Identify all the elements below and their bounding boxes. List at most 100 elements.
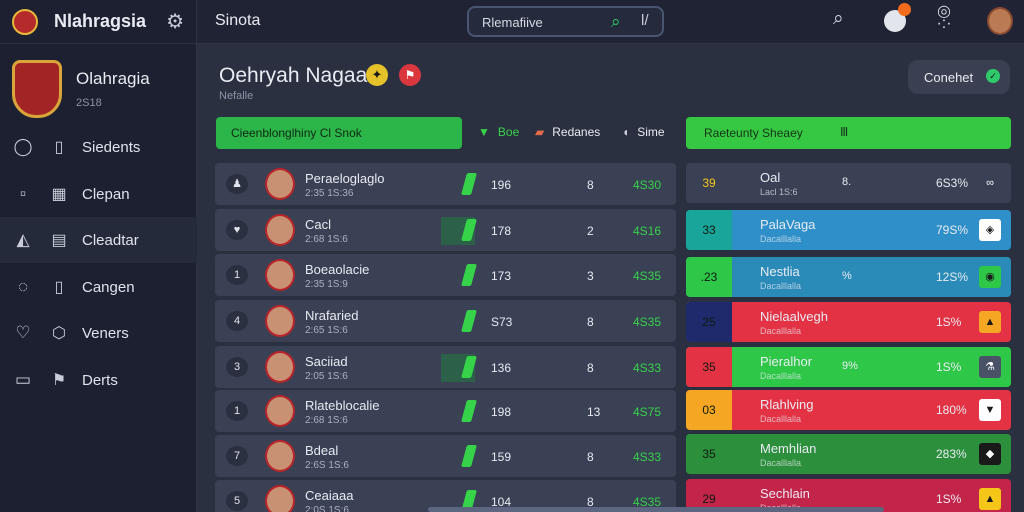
- columns-icon: Ⅲ: [840, 125, 849, 139]
- stat-value: 196: [491, 178, 512, 192]
- team-icon[interactable]: ▼: [979, 399, 1001, 421]
- form-bar: [461, 173, 477, 195]
- stat-value: 4S33: [633, 450, 662, 464]
- ranking-row[interactable]: 33 PalaVaga Dacalllalla 79S% ◈: [686, 210, 1011, 250]
- team-icon[interactable]: ◈: [979, 219, 1001, 241]
- percent-value: 1S%: [936, 315, 962, 329]
- ranking-row[interactable]: 35 Memhlian Dacalllalla 283% ◆: [686, 434, 1011, 474]
- ranking-row[interactable]: 25 Nielaalvegh Dacalllalla 1S% ▲: [686, 302, 1011, 342]
- page-subtitle: Nefalle: [219, 90, 254, 102]
- player-name: Bdeal: [305, 443, 339, 458]
- filter-3[interactable]: ◖ Sime: [622, 125, 665, 139]
- sidebar-item-label: Veners: [82, 324, 129, 342]
- search-input[interactable]: Rlemafiive ⌕ l/: [467, 6, 664, 37]
- team-icon[interactable]: ▲: [979, 488, 1001, 510]
- ranking-row[interactable]: 35 Pieralhor Dacalllalla 9% 1S% ⚗: [686, 347, 1011, 387]
- team-icon[interactable]: ◉: [979, 266, 1001, 288]
- team-sub: Dacalllalla: [760, 458, 802, 468]
- stat-value: 2: [587, 224, 594, 238]
- connect-button[interactable]: Conehet ✓: [908, 60, 1010, 94]
- gear-icon[interactable]: ⚙: [166, 9, 184, 34]
- calendar-icon: ▤: [51, 232, 67, 249]
- percent-value: 283%: [936, 447, 967, 461]
- sidebar-item-5[interactable]: ▭ ⚑ Derts: [0, 357, 197, 403]
- team-name: Memhlian: [760, 441, 817, 456]
- sidebar-item-label: Derts: [82, 371, 118, 389]
- sidebar-item-0[interactable]: ◯ ▯ Siedents: [0, 124, 197, 170]
- sidebar-item-4[interactable]: ♡ ⬡ Veners: [0, 310, 197, 356]
- horizontal-scrollbar[interactable]: [428, 507, 884, 512]
- glass-icon: ▼: [478, 125, 490, 139]
- team-name: Pieralhor: [760, 354, 813, 369]
- team-sub: Dacalllalla: [760, 234, 802, 244]
- stat-value: 4S35: [633, 269, 662, 283]
- file-icon: ▯: [54, 139, 64, 156]
- team-sub: Dacalllalla: [760, 414, 802, 424]
- rank-number: 35: [686, 434, 732, 474]
- sidebar-item-label: Cangen: [82, 278, 135, 296]
- team-name: Sechlain: [760, 486, 810, 501]
- filter-2[interactable]: ▰ Redanes: [535, 125, 600, 139]
- team-name: Oal: [760, 170, 781, 185]
- sidebar-item-label: Siedents: [82, 138, 141, 156]
- flag-icon[interactable]: ⚑: [399, 64, 421, 86]
- table-row[interactable]: 1 Rlateblocalie 2:68 1S:6 198 13 4S75: [215, 390, 676, 432]
- apps-icon[interactable]: ◎ ·:·: [932, 4, 956, 32]
- sidebar: Nlahragsia ⚙ Olahragia 2S18 ◯ ▯ Siedents…: [0, 0, 197, 512]
- page-title: Oehryah Nagaa: [219, 64, 368, 87]
- table-row[interactable]: ♥ Cacl 2:68 1S:6 178 2 4S16: [215, 209, 676, 251]
- heart-icon: ♡: [15, 323, 31, 342]
- search-icon[interactable]: ⌕: [833, 8, 844, 30]
- avatar: [265, 395, 295, 427]
- table-row[interactable]: ♟ Peraeloglaglo 2:35 1S:36 196 8 4S30: [215, 163, 676, 205]
- sidebar-item-3[interactable]: ◌ ▯ Cangen: [0, 264, 197, 310]
- percent-value: 6S3%: [936, 176, 969, 190]
- team-icon[interactable]: ◆: [979, 443, 1001, 465]
- rank-number: .23: [686, 257, 732, 297]
- table-row[interactable]: 4 Nrafaried 2:65 1S:6 S73 8 4S35: [215, 300, 676, 342]
- rank-icon: 5: [226, 491, 248, 511]
- stat-value: 8: [587, 178, 594, 192]
- ranking-header-label: Raeteunty Sheaey: [704, 126, 803, 140]
- player-name: Saciiad: [305, 354, 348, 369]
- player-name: Boeaolacie: [305, 262, 370, 277]
- sidebar-header: Nlahragsia ⚙: [0, 0, 196, 44]
- player-sub: 2:65 1S:6: [305, 325, 348, 336]
- player-name: Cacl: [305, 217, 332, 232]
- square-icon: ▫: [19, 184, 27, 203]
- ranking-row[interactable]: 03 Rlahlving Dacalllalla 180% ▼: [686, 390, 1011, 430]
- sidebar-item-label: Cleadtar: [82, 231, 139, 249]
- notification-badge: [898, 3, 911, 16]
- avatar: [265, 305, 295, 337]
- table-row[interactable]: 3 Saciiad 2:05 1S:6 136 8 4S33: [215, 346, 676, 388]
- ranking-row[interactable]: 39 Oal Lacl 1S:6 8. 6S3% ∞: [686, 163, 1011, 203]
- ranking-header[interactable]: Raeteunty Sheaey Ⅲ: [686, 117, 1011, 149]
- team-icon[interactable]: ⚗: [979, 356, 1001, 378]
- badge-icon[interactable]: ✦: [366, 64, 388, 86]
- filter-1[interactable]: ▼ Boe: [478, 125, 519, 139]
- table-row[interactable]: 7 Bdeal 2:6S 1S:6 159 8 4S33: [215, 435, 676, 477]
- team-icon[interactable]: ∞: [979, 172, 1001, 194]
- team-name: Rlahlving: [760, 397, 814, 412]
- search-icon[interactable]: ⌕: [611, 12, 621, 32]
- sidebar-item-1[interactable]: ▫ ▦ Clepan: [0, 171, 197, 217]
- player-name: Nrafaried: [305, 308, 359, 323]
- stat-value: 4S30: [633, 178, 662, 192]
- player-sub: 2:68 1S:6: [305, 234, 348, 245]
- stat-value: 3: [587, 269, 594, 283]
- sidebar-item-2[interactable]: ◭ ▤ Cleadtar: [0, 217, 197, 263]
- stat-value: 136: [491, 361, 512, 375]
- stat-value: 4S16: [633, 224, 662, 238]
- category-bar[interactable]: Cieenblonglhiny Cl Snok: [216, 117, 462, 149]
- app-logo: [12, 8, 38, 35]
- mid-value: 8.: [842, 176, 852, 188]
- rank-icon: 1: [226, 265, 248, 285]
- top-bar: Sinota Rlemafiive ⌕ l/ ⌕ ◎ ·:·: [197, 0, 1024, 44]
- team-icon[interactable]: ▲: [979, 311, 1001, 333]
- app-title: Nlahragsia: [54, 11, 147, 31]
- ranking-row[interactable]: .23 Nestlia Dacalllalla% 12S% ◉: [686, 257, 1011, 297]
- avatar[interactable]: [987, 7, 1013, 35]
- table-row[interactable]: 1 Boeaolacie 2:35 1S:9 173 3 4S35: [215, 254, 676, 296]
- stat-value: 159: [491, 450, 512, 464]
- rank-icon: ♥: [226, 220, 248, 240]
